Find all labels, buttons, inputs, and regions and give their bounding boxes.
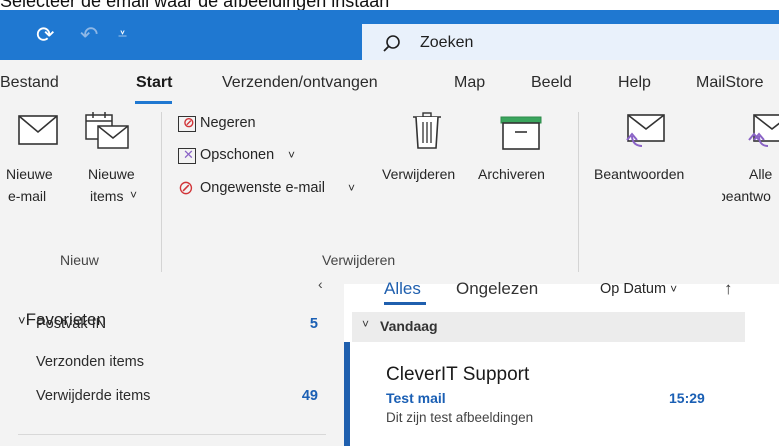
archive-button[interactable]: Archiveren bbox=[478, 108, 570, 218]
chevron-down-icon: ˅ bbox=[288, 148, 296, 162]
pane-divider bbox=[18, 434, 326, 435]
junk-icon: ⊘ bbox=[178, 178, 194, 199]
date-group-label: Vandaag bbox=[380, 318, 438, 334]
search-input[interactable]: Zoeken bbox=[420, 34, 473, 52]
junk-label: Ongewenste e-mail bbox=[200, 180, 325, 196]
mail-sender: CleverIT Support bbox=[386, 364, 530, 385]
archive-label: Archiveren bbox=[478, 166, 545, 182]
reply-button[interactable]: Beantwoorden bbox=[590, 108, 700, 218]
mail-preview: Dit zijn test afbeeldingen bbox=[386, 410, 534, 425]
folder-verzonden-items[interactable]: Verzonden items bbox=[36, 354, 144, 370]
group-label-nieuw: Nieuw bbox=[60, 252, 99, 268]
ribbon-separator bbox=[161, 112, 162, 272]
ignore-label: Negeren bbox=[200, 115, 256, 131]
new-email-button[interactable]: Nieuwe e-mail bbox=[6, 108, 74, 218]
reply-all-icon bbox=[748, 114, 779, 147]
sort-label: Op Datum bbox=[600, 281, 667, 297]
new-email-label-line1: Nieuwe bbox=[6, 166, 53, 182]
mail-subject: Test mail bbox=[386, 390, 446, 406]
unread-count: 5 bbox=[309, 316, 318, 332]
ignore-icon: ⊘ bbox=[178, 114, 196, 132]
chevron-down-icon: ˅ bbox=[130, 188, 138, 202]
folder-verwijderde-items[interactable]: Verwijderde items bbox=[36, 388, 150, 404]
mail-list-item[interactable]: CleverIT Support Test mail 15:29 Dit zij… bbox=[344, 342, 746, 446]
folder-pane: ‹ ˅Favorieten Postvak IN 5 Verzonden ite… bbox=[0, 276, 344, 446]
ribbon-tabs: Bestand Start Verzenden/ontvangen Map Be… bbox=[0, 60, 779, 108]
search-icon bbox=[383, 35, 400, 52]
sort-direction-arrow-icon[interactable]: ↑ bbox=[724, 279, 733, 299]
tab-bestand[interactable]: Bestand bbox=[0, 74, 59, 92]
folder-label: Verwijderde items bbox=[36, 388, 151, 404]
page-caption: Selecteer de email waar de afbeeldingen … bbox=[0, 0, 390, 11]
reply-all-label-line1: Alle bbox=[749, 166, 773, 182]
folder-postvak-in[interactable]: Postvak IN bbox=[36, 316, 106, 332]
archive-icon bbox=[500, 116, 542, 150]
collapse-pane-icon[interactable]: ‹ bbox=[318, 276, 323, 292]
cleanup-icon: ✕ bbox=[178, 147, 196, 164]
title-bar: ⟳ ↶ ⩡ Zoeken bbox=[0, 10, 779, 66]
tab-mailstore[interactable]: MailStore bbox=[696, 74, 764, 92]
new-items-label-line2: items bbox=[90, 188, 124, 204]
ribbon-separator bbox=[578, 112, 579, 272]
reply-all-button[interactable]: Alle beantwo bbox=[722, 108, 779, 218]
folder-label: Postvak IN bbox=[36, 316, 107, 332]
filter-tab-all[interactable]: Alles bbox=[384, 279, 421, 299]
chevron-down-icon: ˅ bbox=[362, 317, 370, 331]
new-items-label-line1: Nieuwe bbox=[88, 166, 135, 182]
tab-map[interactable]: Map bbox=[454, 74, 485, 92]
reply-all-label-line2: beantwo bbox=[722, 188, 771, 204]
tab-help[interactable]: Help bbox=[618, 74, 651, 92]
active-filter-indicator bbox=[384, 302, 426, 305]
reply-label: Beantwoorden bbox=[594, 166, 685, 182]
unread-indicator bbox=[344, 342, 350, 446]
customize-quick-access-icon[interactable]: ⩡ bbox=[118, 10, 127, 60]
delete-label: Verwijderen bbox=[382, 166, 456, 182]
new-items-button[interactable]: Nieuwe items ˅ bbox=[80, 108, 140, 218]
sync-icon[interactable]: ⟳ bbox=[36, 10, 54, 60]
chevron-down-icon: ˅ bbox=[670, 282, 678, 296]
active-tab-indicator bbox=[135, 101, 172, 104]
envelope-icon bbox=[18, 115, 58, 145]
mail-time: 15:29 bbox=[669, 390, 705, 406]
tab-beeld[interactable]: Beeld bbox=[531, 74, 572, 92]
chevron-down-icon: ˅ bbox=[348, 181, 356, 195]
new-email-label-line2: e-mail bbox=[8, 188, 47, 204]
trash-icon bbox=[413, 112, 441, 149]
mail-list-pane: Alles Ongelezen Op Datum ˅ ↑ ˅ Vandaag C… bbox=[344, 279, 779, 446]
filter-tab-unread[interactable]: Ongelezen bbox=[456, 279, 538, 299]
reply-icon bbox=[626, 114, 665, 147]
unread-count: 49 bbox=[301, 388, 318, 404]
new-items-icon bbox=[85, 112, 129, 149]
ribbon: Nieuwe e-mail Nieuwe items ˅ Nieuw ⊘ Neg… bbox=[0, 108, 779, 285]
tab-verzenden-ontvangen[interactable]: Verzenden/ontvangen bbox=[222, 74, 378, 92]
group-label-verwijderen: Verwijderen bbox=[322, 252, 396, 268]
tab-start[interactable]: Start bbox=[136, 74, 172, 92]
delete-button[interactable]: Verwijderen bbox=[382, 108, 474, 218]
folder-label: Verzonden items bbox=[36, 354, 145, 370]
sort-dropdown[interactable]: Op Datum ˅ bbox=[600, 281, 677, 297]
date-group-header[interactable]: ˅ Vandaag bbox=[352, 312, 745, 342]
chevron-down-icon: ˅ bbox=[18, 313, 26, 328]
cleanup-label: Opschonen bbox=[200, 147, 275, 163]
undo-icon[interactable]: ↶ bbox=[80, 10, 98, 60]
